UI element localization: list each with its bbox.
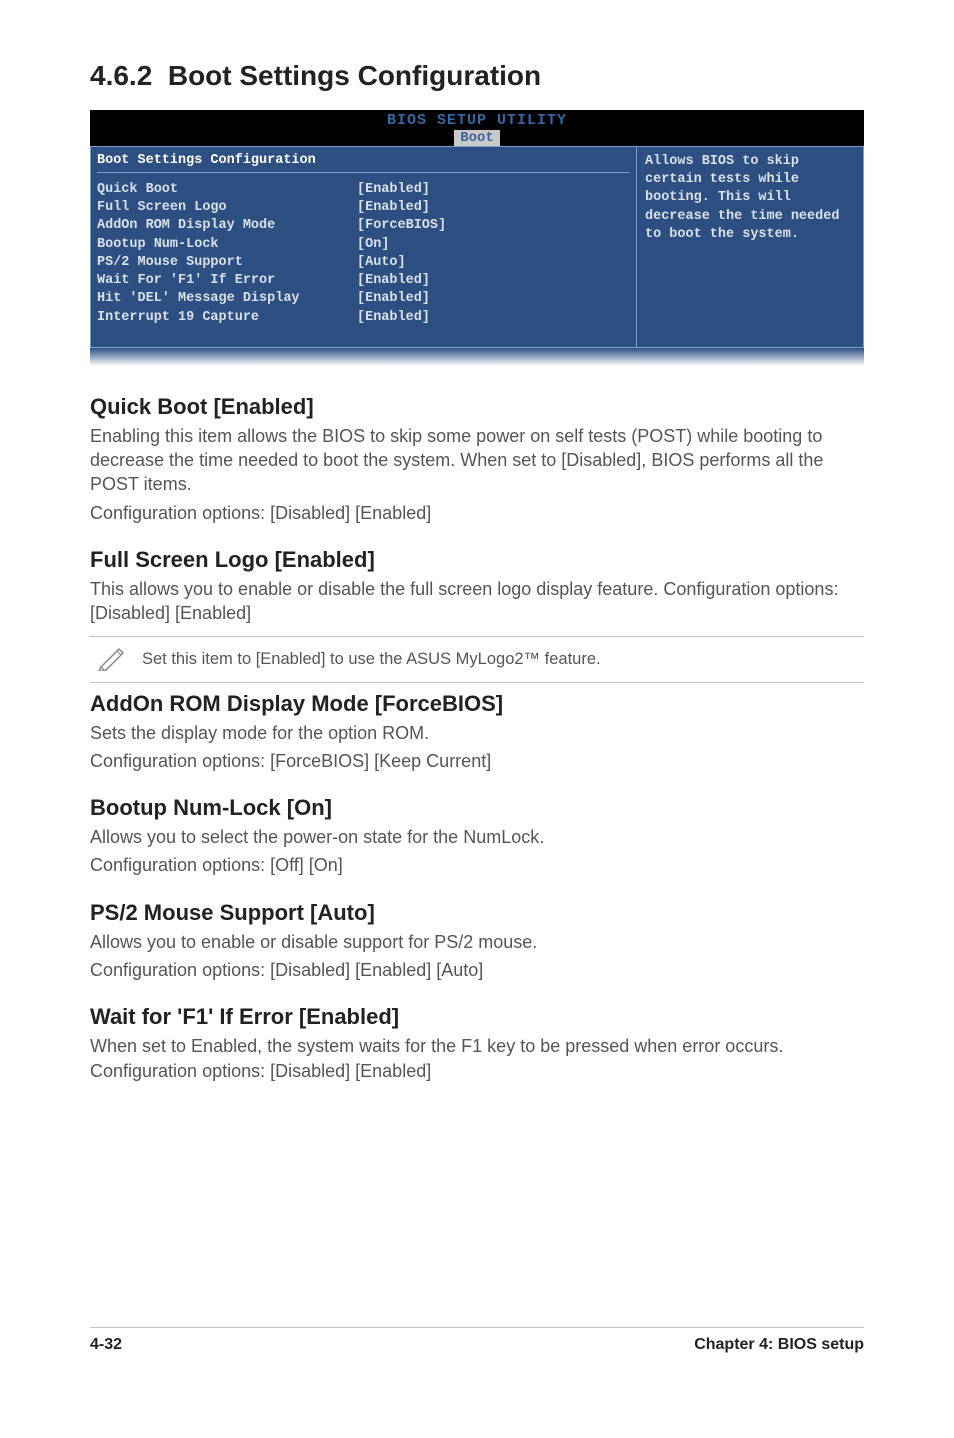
bios-row-value: [On] [357, 236, 389, 254]
bios-row: Interrupt 19 Capture[Enabled] [97, 309, 630, 327]
bios-row-label: PS/2 Mouse Support [97, 254, 357, 272]
bios-row: Bootup Num-Lock[On] [97, 236, 630, 254]
bios-left-panel: Boot Settings Configuration Quick Boot[E… [90, 146, 636, 348]
bios-row-value: [Enabled] [357, 290, 430, 308]
setting-heading: PS/2 Mouse Support [Auto] [90, 900, 864, 926]
setting-heading: Wait for 'F1' If Error [Enabled] [90, 1004, 864, 1030]
setting-heading: AddOn ROM Display Mode [ForceBIOS] [90, 691, 864, 717]
bios-row: Hit 'DEL' Message Display[Enabled] [97, 290, 630, 308]
bios-row: Full Screen Logo[Enabled] [97, 199, 630, 217]
bios-row-label: AddOn ROM Display Mode [97, 217, 357, 235]
section-heading: 4.6.2 Boot Settings Configuration [90, 60, 864, 92]
setting-paragraph: Configuration options: [Off] [On] [90, 853, 864, 877]
section-number: 4.6.2 [90, 60, 152, 91]
bios-header: BIOS SETUP UTILITY Boot [90, 110, 864, 146]
bios-header-title: BIOS SETUP UTILITY [90, 112, 864, 129]
setting-paragraph: This allows you to enable or disable the… [90, 577, 864, 626]
setting-paragraph: When set to Enabled, the system waits fo… [90, 1034, 864, 1083]
setting-heading: Full Screen Logo [Enabled] [90, 547, 864, 573]
bios-row-label: Full Screen Logo [97, 199, 357, 217]
setting-paragraph: Sets the display mode for the option ROM… [90, 721, 864, 745]
page-footer: 4-32 Chapter 4: BIOS setup [90, 1327, 864, 1354]
bios-help-text: Allows BIOS to skip certain tests while … [645, 153, 855, 244]
note-text: Set this item to [Enabled] to use the AS… [136, 650, 601, 669]
bios-row-value: [ForceBIOS] [357, 217, 446, 235]
bios-row-label: Interrupt 19 Capture [97, 309, 357, 327]
setting-paragraph: Allows you to select the power-on state … [90, 825, 864, 849]
bios-row-label: Hit 'DEL' Message Display [97, 290, 357, 308]
setting-paragraph: Configuration options: [ForceBIOS] [Keep… [90, 749, 864, 773]
setting-paragraph: Configuration options: [Disabled] [Enabl… [90, 958, 864, 982]
bios-row-value: [Enabled] [357, 181, 430, 199]
bios-row-value: [Enabled] [357, 272, 430, 290]
bios-row: Quick Boot[Enabled] [97, 181, 630, 199]
bios-row-label: Quick Boot [97, 181, 357, 199]
section-title: Boot Settings Configuration [168, 60, 541, 91]
bios-header-tab: Boot [454, 130, 500, 146]
setting-paragraph: Enabling this item allows the BIOS to sk… [90, 424, 864, 497]
bios-screenshot: BIOS SETUP UTILITY Boot Boot Settings Co… [90, 110, 864, 366]
bios-row-label: Bootup Num-Lock [97, 236, 357, 254]
bios-row-value: [Enabled] [357, 199, 430, 217]
bios-row: Wait For 'F1' If Error[Enabled] [97, 272, 630, 290]
setting-heading: Quick Boot [Enabled] [90, 394, 864, 420]
pencil-icon [90, 643, 136, 676]
bios-row-label: Wait For 'F1' If Error [97, 272, 357, 290]
bios-row: AddOn ROM Display Mode[ForceBIOS] [97, 217, 630, 235]
note-box: Set this item to [Enabled] to use the AS… [90, 636, 864, 683]
bios-row-value: [Auto] [357, 254, 406, 272]
setting-heading: Bootup Num-Lock [On] [90, 795, 864, 821]
bios-row: PS/2 Mouse Support[Auto] [97, 254, 630, 272]
footer-chapter: Chapter 4: BIOS setup [694, 1336, 864, 1354]
bios-fade [90, 348, 864, 366]
bios-panel-title: Boot Settings Configuration [97, 153, 630, 168]
footer-page-number: 4-32 [90, 1336, 122, 1354]
bios-divider [97, 172, 630, 173]
setting-paragraph: Allows you to enable or disable support … [90, 930, 864, 954]
bios-row-value: [Enabled] [357, 309, 430, 327]
setting-paragraph: Configuration options: [Disabled] [Enabl… [90, 501, 864, 525]
bios-help-panel: Allows BIOS to skip certain tests while … [636, 146, 864, 348]
